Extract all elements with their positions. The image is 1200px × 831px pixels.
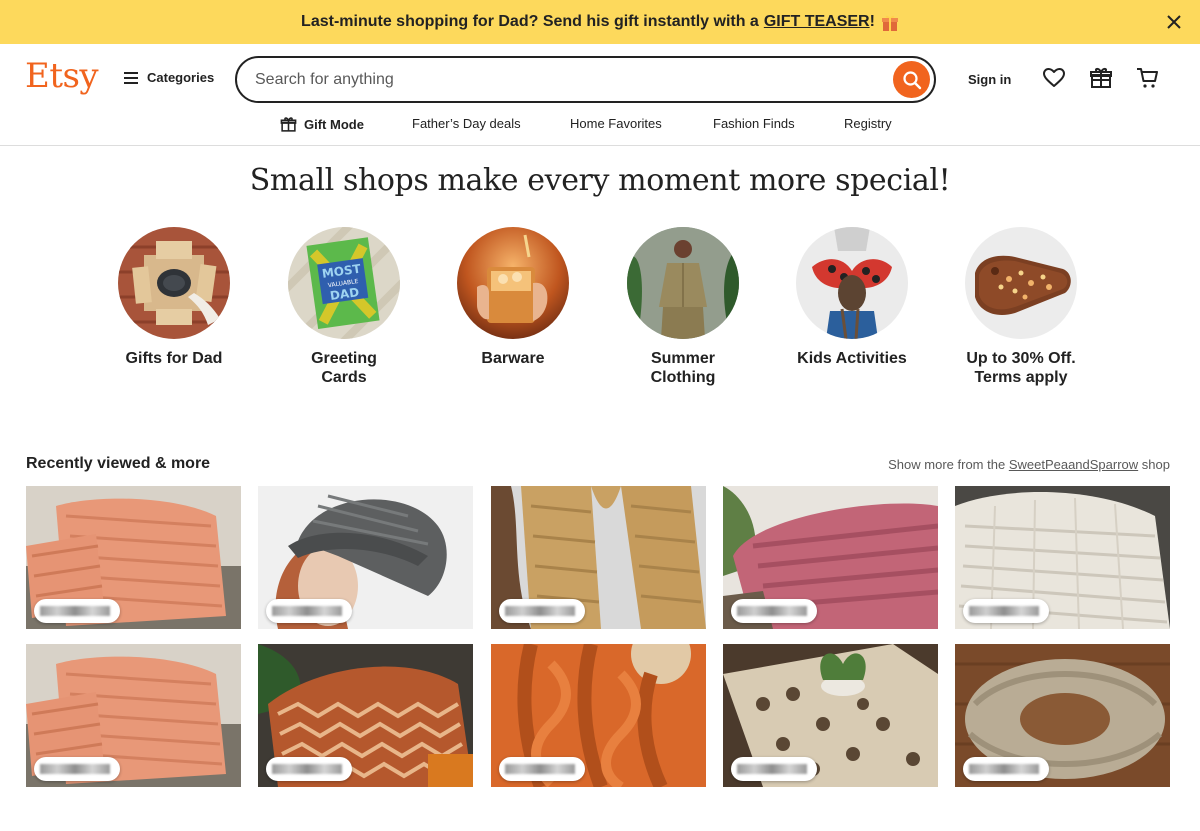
gifts-for-dad-image (118, 227, 230, 339)
listing-card[interactable] (26, 486, 241, 629)
etsy-logo[interactable]: Etsy (25, 56, 99, 96)
favorites-heart-icon[interactable] (1042, 66, 1066, 90)
category-sale-offer[interactable]: Up to 30% Off. Terms apply (946, 227, 1096, 387)
sub-navigation: Gift Mode Father’s Day deals Home Favori… (0, 114, 1200, 134)
listing-card[interactable] (26, 644, 241, 787)
sign-in-button[interactable]: Sign in (968, 72, 1011, 87)
gift-icon[interactable] (1089, 66, 1113, 90)
hero-title: Small shops make every moment more speci… (249, 163, 951, 198)
subnav-home-favorites[interactable]: Home Favorites (570, 116, 662, 131)
banner-suffix: ! (869, 13, 875, 30)
category-label: Barware (481, 350, 545, 367)
search-bar (235, 56, 936, 103)
categories-button[interactable]: Categories (124, 70, 214, 85)
subnav-fathers-day-deals[interactable]: Father’s Day deals (412, 116, 521, 131)
category-label: Gifts for Dad (125, 350, 223, 367)
listing-card[interactable] (258, 486, 473, 629)
category-label: Up to 30% Off. Terms apply (966, 350, 1076, 386)
price-badge (731, 599, 817, 623)
greeting-cards-image: MOST VALUABLE DAD (288, 227, 400, 339)
show-more-prefix: Show more from the (888, 457, 1006, 472)
category-greeting-cards[interactable]: MOST VALUABLE DAD Greeting Cards (269, 227, 419, 387)
price-badge (34, 757, 120, 781)
listing-card[interactable] (955, 486, 1170, 629)
listing-card[interactable] (258, 644, 473, 787)
category-barware[interactable]: Barware (438, 227, 588, 368)
price-badge (34, 599, 120, 623)
category-kids-activities[interactable]: Kids Activities (777, 227, 927, 368)
barware-image (457, 227, 569, 339)
search-button[interactable] (893, 61, 930, 98)
categories-label: Categories (147, 70, 215, 85)
category-label: Kids Activities (797, 350, 907, 367)
subnav-registry[interactable]: Registry (844, 116, 892, 131)
category-label: Summer Clothing (650, 350, 716, 386)
price-badge (963, 599, 1049, 623)
listing-card[interactable] (955, 644, 1170, 787)
price-badge (499, 599, 585, 623)
cart-icon[interactable] (1136, 66, 1160, 90)
menu-icon (124, 71, 138, 84)
gift-mode-icon (280, 117, 297, 132)
listing-card[interactable] (491, 644, 706, 787)
category-summer-clothing[interactable]: Summer Clothing (608, 227, 758, 387)
gift-emoji-icon (881, 15, 898, 31)
banner-text: Last-minute shopping for Dad? Send his g… (301, 13, 759, 30)
category-gifts-for-dad[interactable]: Gifts for Dad (99, 227, 249, 368)
close-banner-icon[interactable] (1162, 10, 1186, 34)
search-icon (902, 70, 921, 89)
site-header: Etsy Categories Sign in (0, 44, 1200, 146)
shop-link[interactable]: SweetPeaandSparrow (1009, 457, 1138, 472)
category-label: Greeting Cards (311, 350, 377, 386)
show-more-from-shop: Show more from the SweetPeaandSparrow sh… (888, 457, 1170, 472)
subnav-label: Gift Mode (304, 117, 364, 132)
price-badge (731, 757, 817, 781)
price-badge (963, 757, 1049, 781)
gift-teaser-link[interactable]: GIFT TEASER (764, 13, 870, 31)
sale-offer-image (965, 227, 1077, 339)
kids-activities-image (796, 227, 908, 339)
listing-card[interactable] (723, 486, 938, 629)
search-input[interactable] (255, 68, 875, 92)
price-badge (266, 757, 352, 781)
summer-clothing-image (627, 227, 739, 339)
listing-card[interactable] (723, 644, 938, 787)
price-badge (499, 757, 585, 781)
show-more-suffix: shop (1141, 457, 1170, 472)
subnav-gift-mode[interactable]: Gift Mode (280, 116, 364, 133)
price-badge (266, 599, 352, 623)
subnav-fashion-finds[interactable]: Fashion Finds (713, 116, 795, 131)
listing-card[interactable] (491, 486, 706, 629)
recently-viewed-title: Recently viewed & more (26, 455, 211, 472)
promo-banner: Last-minute shopping for Dad? Send his g… (0, 0, 1200, 44)
